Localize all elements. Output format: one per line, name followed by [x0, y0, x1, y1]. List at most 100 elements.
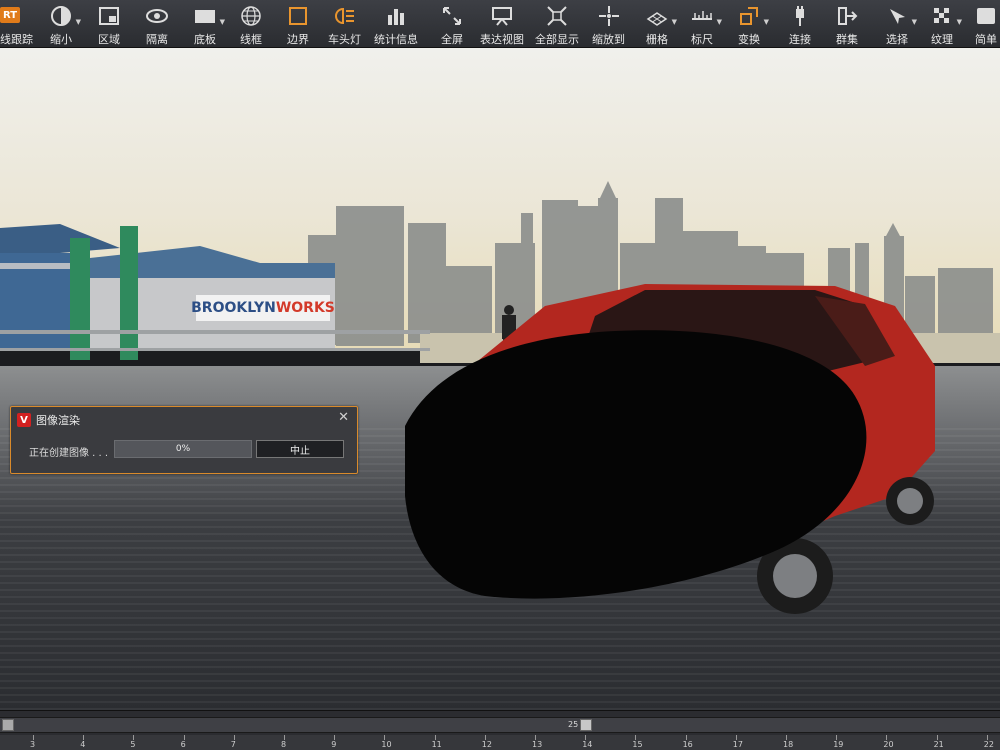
tool-baseplate[interactable]: ▼ 底板: [191, 0, 225, 48]
tool-label: 边界: [287, 33, 309, 46]
tool-select[interactable]: ▼ 选择: [883, 0, 917, 48]
simple-icon: [972, 4, 1000, 28]
timeline-thumb[interactable]: [580, 719, 592, 731]
tool-label: 选择: [886, 33, 908, 46]
tool-label: 标尺: [691, 33, 713, 46]
isolate-eye-icon: [143, 4, 171, 28]
tool-label: 线跟踪: [0, 33, 33, 46]
tool-headlight[interactable]: 车头灯: [328, 0, 361, 48]
tool-texture[interactable]: ▼ 纹理: [928, 0, 962, 48]
warehouse-building: [0, 224, 430, 360]
tool-label: 车头灯: [328, 33, 361, 46]
tool-transform[interactable]: ▼ 变换: [735, 0, 769, 48]
timeline-start-handle[interactable]: [2, 719, 14, 731]
timeline-ruler: 3 4 5 6 7 8 9 10 11 12 13 14 15 16 17 18 19 20 21 22: [0, 735, 1000, 750]
tick-label: 13: [532, 740, 543, 749]
tool-label: 连接: [789, 33, 811, 46]
timeline-track[interactable]: [0, 717, 1000, 733]
tool-zoom-to[interactable]: 缩放到: [592, 0, 625, 48]
tick-label: 10: [381, 740, 392, 749]
tick-label: 18: [783, 740, 794, 749]
tool-cluster[interactable]: 群集: [833, 0, 861, 48]
tool-simple[interactable]: 简单: [972, 0, 1000, 48]
tick-label: 6: [180, 740, 186, 749]
main-toolbar: RT 线跟踪 ▼ 缩小 区域 隔离 ▼ 底板 线框 边界 车头灯 统计信息 全屏…: [0, 0, 1000, 48]
transform-icon: ▼: [735, 4, 769, 28]
tick-label: 17: [732, 740, 743, 749]
boundary-icon: [284, 4, 312, 28]
select-icon: ▼: [883, 4, 917, 28]
tool-label: 表达视图: [480, 33, 524, 46]
tool-presentation-view[interactable]: 表达视图: [480, 0, 524, 48]
tick-label: 16: [682, 740, 693, 749]
tool-label: 纹理: [931, 33, 953, 46]
tool-label: 缩放到: [592, 33, 625, 46]
texture-icon: ▼: [928, 4, 962, 28]
sign-text-brooklyn: BROOKLYN: [191, 300, 276, 316]
tick-label: 4: [80, 740, 86, 749]
red-pickup-truck: [405, 284, 935, 614]
tick-label: 21: [933, 740, 944, 749]
shrink-icon: ▼: [47, 4, 81, 28]
tool-label: 全部显示: [535, 33, 579, 46]
headlight-icon: [331, 4, 359, 28]
tool-statistics[interactable]: 统计信息: [374, 0, 418, 48]
tool-wireframe[interactable]: 线框: [237, 0, 265, 48]
tool-region[interactable]: 区域: [95, 0, 123, 48]
render-progress-bar: 0%: [114, 440, 252, 458]
tool-fullscreen[interactable]: 全屏: [438, 0, 466, 48]
tick-label: 9: [331, 740, 337, 749]
tool-label: 区域: [98, 33, 120, 46]
tick-label: 12: [481, 740, 492, 749]
statistics-icon: [382, 4, 410, 28]
dialog-title-bar: V 图像渲染: [17, 412, 80, 428]
connect-icon: [786, 4, 814, 28]
tool-boundary[interactable]: 边界: [284, 0, 312, 48]
zoom-to-icon: [595, 4, 623, 28]
tool-label: 栅格: [646, 33, 668, 46]
animation-timeline: 25 3 4 5 6 7 8 9 10 11 12 13 14 15 16 17 18 19 20 21 22: [0, 710, 1000, 750]
brooklyn-works-sign: BROOKLYN WORKS: [191, 295, 335, 321]
tool-label: 隔离: [146, 33, 168, 46]
tick-label: 22: [983, 740, 994, 749]
tool-connect[interactable]: 连接: [786, 0, 814, 48]
tool-label: 群集: [836, 33, 858, 46]
tool-grid[interactable]: ▼ 栅格: [643, 0, 677, 48]
fullscreen-icon: [438, 4, 466, 28]
tick-label: 11: [431, 740, 442, 749]
grid-icon: ▼: [643, 4, 677, 28]
tool-shrink[interactable]: ▼ 缩小: [47, 0, 81, 48]
tool-label: 变换: [738, 33, 760, 46]
tick-label: 14: [582, 740, 593, 749]
close-icon[interactable]: ✕: [338, 410, 349, 425]
cluster-icon: [833, 4, 861, 28]
show-all-icon: [543, 4, 571, 28]
tick-label: 15: [632, 740, 643, 749]
current-frame-label: 25: [568, 720, 579, 729]
progress-percent: 0%: [175, 444, 191, 454]
tick-label: 3: [30, 740, 36, 749]
sign-text-works: WORKS: [275, 300, 335, 316]
dialog-title: 图像渲染: [36, 414, 80, 427]
tick-label: 7: [230, 740, 236, 749]
tool-show-all[interactable]: 全部显示: [535, 0, 579, 48]
app-logo-icon: V: [17, 413, 31, 427]
tool-label: 线框: [240, 33, 262, 46]
tool-ruler[interactable]: ▼ 标尺: [688, 0, 722, 48]
tool-raytrace[interactable]: 线跟踪: [0, 0, 33, 48]
tool-label: 缩小: [50, 33, 72, 46]
raytrace-icon: [3, 4, 31, 28]
region-icon: [95, 4, 123, 28]
tool-isolate[interactable]: 隔离: [143, 0, 171, 48]
ruler-icon: ▼: [688, 4, 722, 28]
tick-label: 8: [281, 740, 287, 749]
render-viewport[interactable]: BROOKLYN WORKS V 图像渲染 ✕ 正在创建图像 . . . 0% 中…: [0, 48, 1000, 710]
tool-label: 底板: [194, 33, 216, 46]
tool-label: 统计信息: [374, 33, 418, 46]
wireframe-globe-icon: [237, 4, 265, 28]
image-render-dialog: V 图像渲染 ✕ 正在创建图像 . . . 0% 中止: [10, 406, 358, 474]
baseplate-icon: ▼: [191, 4, 225, 28]
tick-label: 5: [130, 740, 136, 749]
stop-button[interactable]: 中止: [256, 440, 344, 458]
presentation-view-icon: [488, 4, 516, 28]
